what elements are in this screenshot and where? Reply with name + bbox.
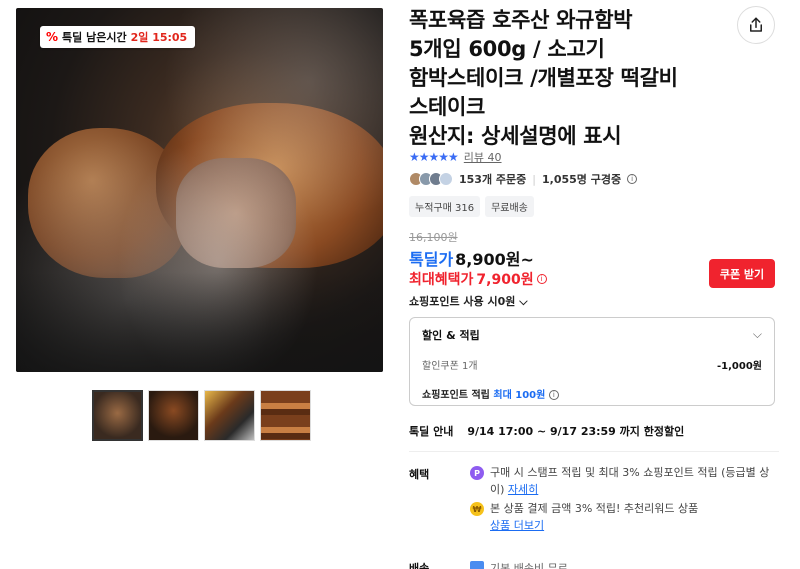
deal-timer-label: 특딜 남은시간 — [62, 31, 127, 44]
benefit-item-reward: ₩ 본 상품 결제 금액 3% 적립! 추천리워드 상품 상품 더보기 — [470, 500, 770, 534]
orders-count: 153개 주문중 — [459, 173, 527, 186]
viewers-count: 1,055명 구경중 — [542, 173, 622, 186]
deal-timer-badge: % 특딜 남은시간 2일 15:05 — [40, 26, 196, 48]
points-use-dropdown[interactable]: 쇼핑포인트 사용 시0원 ⌵ — [409, 293, 528, 309]
tag-free-shipping: 무료배송 — [485, 196, 534, 217]
separator: | — [532, 172, 536, 186]
thumbnail-1[interactable] — [92, 390, 143, 441]
points-use-label: 쇼핑포인트 사용 시0원 — [409, 295, 516, 308]
deal-price-row: 톡딜가 8,900원~ — [409, 246, 534, 270]
benefit-1-link[interactable]: 자세히 — [508, 483, 538, 496]
max-benefit-value: 7,900원 — [476, 272, 534, 288]
tag-cumulative: 누적구매 316 — [409, 196, 481, 217]
coin-icon: ₩ — [470, 502, 484, 516]
discount-box[interactable]: 할인 & 적립 ⌵ 할인쿠폰 1개 -1,000원 쇼핑포인트 적립 최대 10… — [409, 317, 775, 406]
product-tags: 누적구매 316 무료배송 — [409, 196, 534, 217]
thumbnail-4[interactable] — [260, 390, 311, 441]
max-benefit-row: 최대혜택가 7,900원 i — [409, 269, 547, 289]
rating-row: ★★★★★ 리뷰 40 — [409, 149, 502, 165]
title-line-4: 스테이크 — [409, 95, 486, 119]
info-icon[interactable]: i — [548, 390, 559, 400]
deal-price-label: 톡딜가 — [409, 250, 454, 269]
point-label: 쇼핑포인트 적립 — [422, 390, 490, 401]
thumbnail-2[interactable] — [148, 390, 199, 441]
title-line-1: 폭포육즙 호주산 와규함박 — [409, 8, 633, 32]
point-highlight: 최대 100원 — [493, 390, 546, 401]
benefits-label: 혜택 — [409, 468, 430, 481]
benefit-2-text: 본 상품 결제 금액 3% 적립! 추천리워드 상품 — [490, 502, 699, 515]
divider — [409, 451, 779, 452]
product-page: { "deal_badge": {"icon": "percent-icon",… — [0, 0, 800, 569]
deal-notice-text: 9/14 17:00 ~ 9/17 23:59 까지 한정할인 — [467, 425, 685, 438]
share-icon — [750, 17, 762, 32]
deal-price-value: 8,900원~ — [455, 250, 534, 269]
deal-notice: 톡딜 안내 9/14 17:00 ~ 9/17 23:59 까지 한정할인 — [409, 423, 684, 439]
thumbnail-3[interactable] — [204, 390, 255, 441]
thumbnail-strip — [92, 390, 311, 441]
info-icon[interactable]: i — [536, 274, 547, 284]
deal-notice-label: 톡딜 안내 — [409, 425, 454, 438]
title-line-2: 5개입 600g / 소고기 — [409, 37, 605, 61]
shipping-label: 배송 — [409, 562, 430, 569]
coupon-row: 할인쿠폰 1개 -1,000원 — [422, 357, 762, 372]
point-row: 쇼핑포인트 적립 최대 100원 i — [422, 386, 762, 401]
point-p-icon: P — [470, 466, 484, 480]
chevron-down-icon: ⌵ — [519, 295, 528, 308]
review-link[interactable]: 리뷰 40 — [464, 149, 502, 165]
pan-shadow — [16, 272, 383, 372]
title-line-5: 원산지: 상세설명에 표시 — [409, 124, 622, 148]
buyer-stats: 153개 주문중 | 1,055명 구경중 i — [409, 171, 638, 187]
product-main-image[interactable]: % 특딜 남은시간 2일 15:05 — [16, 8, 383, 372]
discount-box-title: 할인 & 적립 — [422, 329, 480, 342]
deal-timer-value: 2일 15:05 — [130, 31, 188, 44]
benefit-2-link[interactable]: 상품 더보기 — [490, 519, 544, 532]
info-icon[interactable]: i — [627, 174, 638, 184]
rating-stars: ★★★★★ — [409, 150, 459, 164]
max-benefit-label: 최대혜택가 — [409, 272, 474, 288]
chevron-down-icon[interactable]: ⌵ — [753, 327, 762, 342]
coupon-button[interactable]: 쿠폰 받기 — [709, 259, 775, 288]
benefit-item-stamp: P 구매 시 스탬프 적립 및 최대 3% 쇼핑포인트 적립 (등급별 상이) … — [470, 464, 770, 498]
buyer-avatars — [409, 172, 453, 186]
truck-icon — [470, 561, 484, 569]
shipping-text: 기본 배송비 무료 — [490, 562, 568, 569]
original-price: 16,100원 — [409, 231, 458, 244]
share-button[interactable] — [737, 6, 775, 44]
coupon-label: 할인쿠폰 1개 — [422, 361, 478, 372]
product-title: 폭포육즙 호주산 와규함박 5개입 600g / 소고기 함박스테이크 /개별포… — [409, 6, 729, 151]
coupon-value: -1,000원 — [717, 361, 762, 372]
title-line-3: 함박스테이크 /개별포장 떡갈비 — [409, 66, 678, 90]
percent-icon: % — [46, 30, 59, 44]
